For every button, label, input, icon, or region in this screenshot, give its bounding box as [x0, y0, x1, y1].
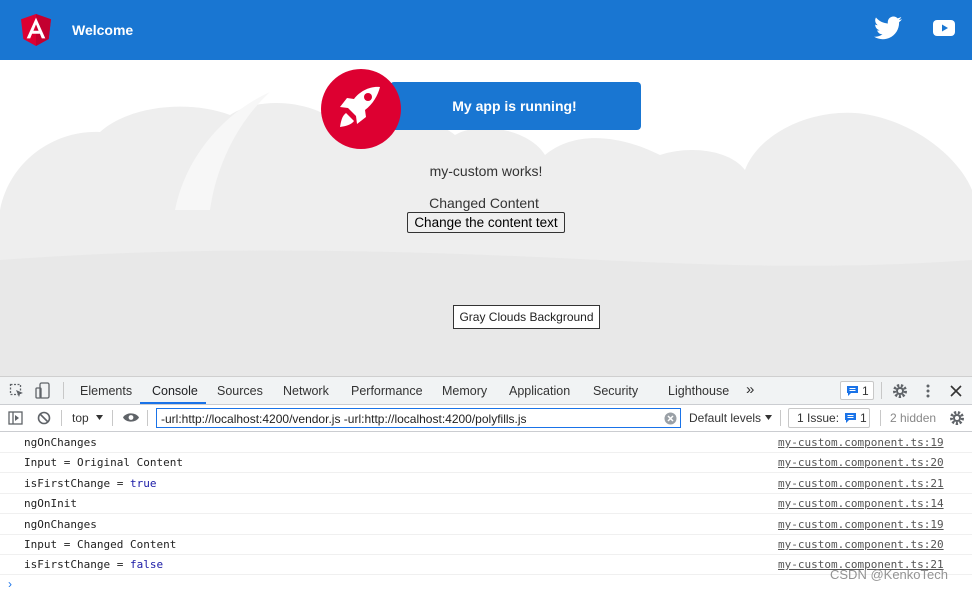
divider	[881, 382, 882, 399]
tab-lighthouse[interactable]: Lighthouse	[668, 384, 729, 398]
console-prompt-icon[interactable]: ›	[8, 577, 12, 591]
tab-network[interactable]: Network	[283, 384, 329, 398]
clear-console-icon[interactable]	[37, 411, 51, 425]
boolean-value: false	[129, 558, 164, 571]
console-row: isFirstChange = true my-custom.component…	[0, 473, 972, 494]
tab-performance[interactable]: Performance	[351, 384, 423, 398]
source-link[interactable]: my-custom.component.ts:20	[778, 456, 944, 469]
app-toolbar: Welcome	[0, 0, 972, 60]
tab-application[interactable]: Application	[509, 384, 570, 398]
close-icon[interactable]	[950, 385, 962, 397]
twitter-icon[interactable]	[874, 16, 902, 40]
console-message: isFirstChange = false	[24, 558, 164, 571]
page-title: Welcome	[72, 22, 134, 38]
tab-security[interactable]: Security	[593, 384, 638, 398]
console-filter-input[interactable]: -url:http://localhost:4200/vendor.js -ur…	[156, 408, 681, 428]
message-count-badge[interactable]: 1	[840, 381, 874, 400]
active-tab-indicator	[140, 402, 206, 404]
app-running-banner: My app is running!	[390, 82, 641, 130]
console-row: isFirstChange = false my-custom.componen…	[0, 554, 972, 575]
divider	[780, 410, 781, 426]
issues-count: 1	[860, 411, 867, 425]
chevron-down-icon	[96, 415, 103, 420]
content-text: Changed Content	[429, 195, 539, 211]
context-selector[interactable]: top	[72, 411, 89, 425]
tab-console[interactable]: Console	[152, 384, 198, 398]
watermark: CSDN @KenkoTech	[830, 567, 948, 582]
message-icon	[847, 385, 858, 396]
console-row: Input = Original Content my-custom.compo…	[0, 452, 972, 473]
divider	[61, 410, 62, 426]
devtools-tabbar: Elements Console Sources Network Perform…	[0, 377, 972, 405]
message-count: 1	[862, 383, 869, 398]
tab-sources[interactable]: Sources	[217, 384, 263, 398]
rocket-badge	[321, 69, 401, 149]
clear-filter-icon[interactable]	[664, 412, 677, 425]
youtube-icon[interactable]	[933, 18, 955, 38]
devtools-panel: Elements Console Sources Network Perform…	[0, 376, 972, 591]
log-levels-dropdown[interactable]: Default levels	[689, 411, 761, 425]
divider	[63, 382, 64, 399]
device-toolbar-icon[interactable]	[35, 382, 51, 400]
source-link[interactable]: my-custom.component.ts:19	[778, 518, 944, 531]
issues-button[interactable]: 1 Issue: 1	[788, 408, 870, 428]
message-icon	[845, 413, 857, 423]
console-row: ngOnInit my-custom.component.ts:14	[0, 493, 972, 514]
divider	[880, 410, 881, 426]
console-message: ngOnChanges	[24, 436, 97, 449]
console-row: Input = Changed Content my-custom.compon…	[0, 534, 972, 555]
console-message: Input = Changed Content	[24, 538, 177, 551]
background-label: Gray Clouds Background	[453, 305, 600, 329]
console-message: isFirstChange = true	[24, 477, 157, 490]
console-message: Input = Original Content	[24, 456, 183, 469]
console-toolbar: top -url:http://localhost:4200/vendor.js…	[0, 405, 972, 432]
console-row: ngOnChanges my-custom.component.ts:19	[0, 514, 972, 535]
hidden-count: 2 hidden	[890, 411, 937, 425]
angular-logo-icon	[21, 14, 51, 46]
divider	[112, 410, 113, 426]
live-expression-eye-icon[interactable]	[122, 412, 140, 423]
more-options-icon[interactable]	[925, 383, 931, 399]
rocket-icon	[340, 86, 380, 127]
banner-text: My app is running!	[452, 98, 577, 114]
tab-memory[interactable]: Memory	[442, 384, 487, 398]
sidebar-toggle-icon[interactable]	[8, 411, 23, 425]
more-tabs-icon[interactable]: »	[746, 381, 754, 398]
tab-elements[interactable]: Elements	[80, 384, 132, 398]
divider	[147, 410, 148, 426]
console-row: ngOnChanges my-custom.component.ts:19	[0, 432, 972, 453]
console-message: ngOnChanges	[24, 518, 97, 531]
console-settings-gear-icon[interactable]	[949, 410, 965, 426]
source-link[interactable]: my-custom.component.ts:14	[778, 497, 944, 510]
settings-gear-icon[interactable]	[892, 383, 908, 399]
content-area: My app is running! my-custom works! Chan…	[0, 60, 972, 376]
change-content-button[interactable]: Change the content text	[407, 212, 565, 233]
source-link[interactable]: my-custom.component.ts:20	[778, 538, 944, 551]
boolean-value: true	[129, 477, 157, 490]
source-link[interactable]: my-custom.component.ts:19	[778, 436, 944, 449]
inspect-element-icon[interactable]	[9, 383, 25, 399]
chevron-down-icon	[765, 415, 772, 420]
source-link[interactable]: my-custom.component.ts:21	[778, 477, 944, 490]
custom-component-text: my-custom works!	[429, 163, 543, 179]
issues-label: 1 Issue:	[797, 411, 840, 425]
console-message: ngOnInit	[24, 497, 77, 510]
